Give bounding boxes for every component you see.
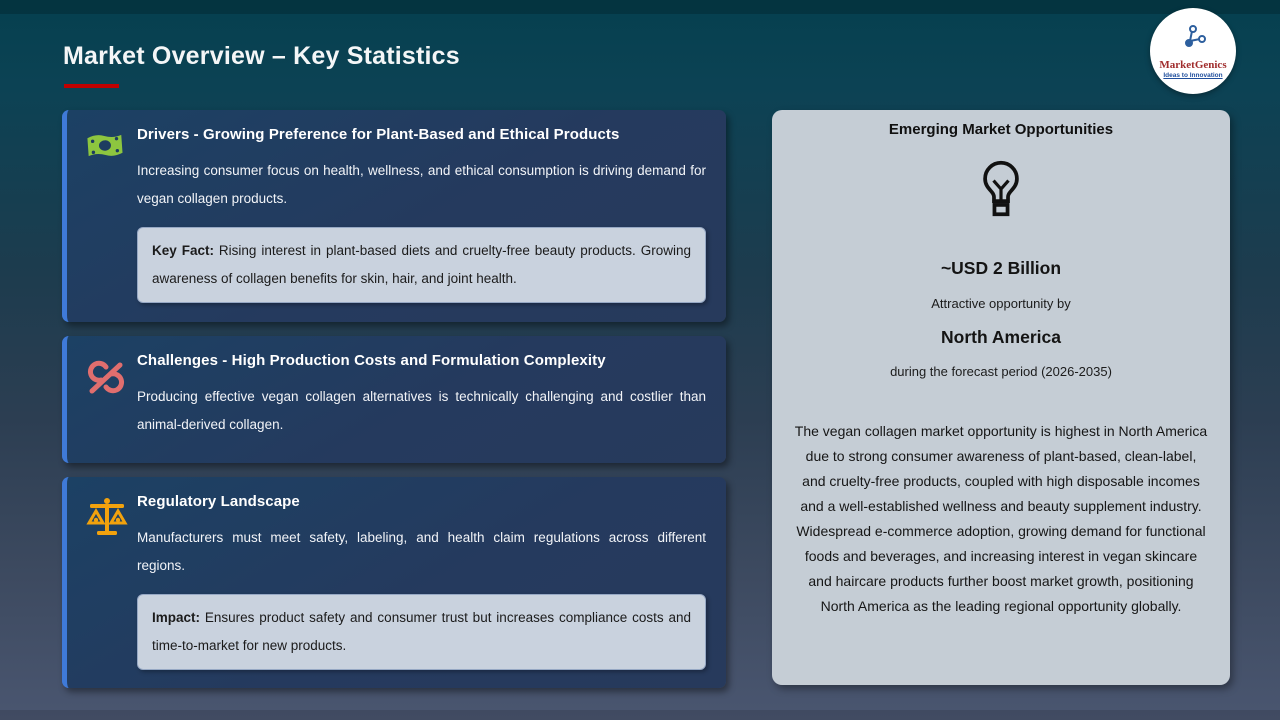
logo-tagline-text: Ideas to Innovation: [1163, 72, 1223, 79]
unlink-icon: [85, 350, 137, 449]
scales-icon: [85, 491, 137, 674]
card-heading: Regulatory Landscape: [137, 493, 300, 510]
marketgenics-logo: MarketGenics Ideas to Innovation: [1150, 8, 1236, 94]
impact-box: Impact: Ensures product safety and consu…: [137, 594, 706, 670]
card-heading: Drivers - Growing Preference for Plant-B…: [137, 126, 620, 143]
card-body: Manufacturers must meet safety, labeling…: [137, 530, 706, 573]
card-body: Increasing consumer focus on health, wel…: [137, 163, 706, 206]
key-fact-text: Rising interest in plant-based diets and…: [152, 243, 691, 286]
lightbulb-icon: [794, 160, 1208, 218]
key-statistics-column: Drivers - Growing Preference for Plant-B…: [62, 110, 726, 688]
card-regulatory: Regulatory Landscape Manufacturers must …: [62, 477, 726, 688]
opportunity-subtitle: Attractive opportunity by: [931, 296, 1071, 311]
card-heading: Challenges - High Production Costs and F…: [137, 352, 606, 369]
opportunity-region: North America: [941, 327, 1061, 347]
title-underline: [64, 84, 119, 88]
opportunity-period: during the forecast period (2026-2035): [890, 364, 1112, 379]
page-title: Market Overview – Key Statistics: [63, 42, 460, 70]
money-icon: [85, 124, 137, 308]
top-edge-strip: [0, 0, 1280, 14]
panel-heading: Emerging Market Opportunities: [888, 121, 1114, 138]
card-drivers: Drivers - Growing Preference for Plant-B…: [62, 110, 726, 322]
opportunity-description: The vegan collagen market opportunity is…: [794, 423, 1208, 614]
card-challenges: Challenges - High Production Costs and F…: [62, 336, 726, 463]
bottom-edge-strip: [0, 710, 1280, 720]
key-fact-label: Key Fact:: [152, 243, 214, 258]
logo-brand-text: MarketGenics: [1159, 59, 1227, 71]
impact-text: Ensures product safety and consumer trus…: [152, 610, 691, 653]
opportunity-value: ~USD 2 Billion: [940, 258, 1062, 278]
molecule-icon: [1178, 23, 1208, 58]
impact-label: Impact:: [152, 610, 201, 625]
opportunity-panel: Emerging Market Opportunities ~USD 2 Bil…: [772, 110, 1230, 685]
card-body: Producing effective vegan collagen alter…: [137, 389, 706, 432]
key-fact-box: Key Fact: Rising interest in plant-based…: [137, 227, 706, 303]
